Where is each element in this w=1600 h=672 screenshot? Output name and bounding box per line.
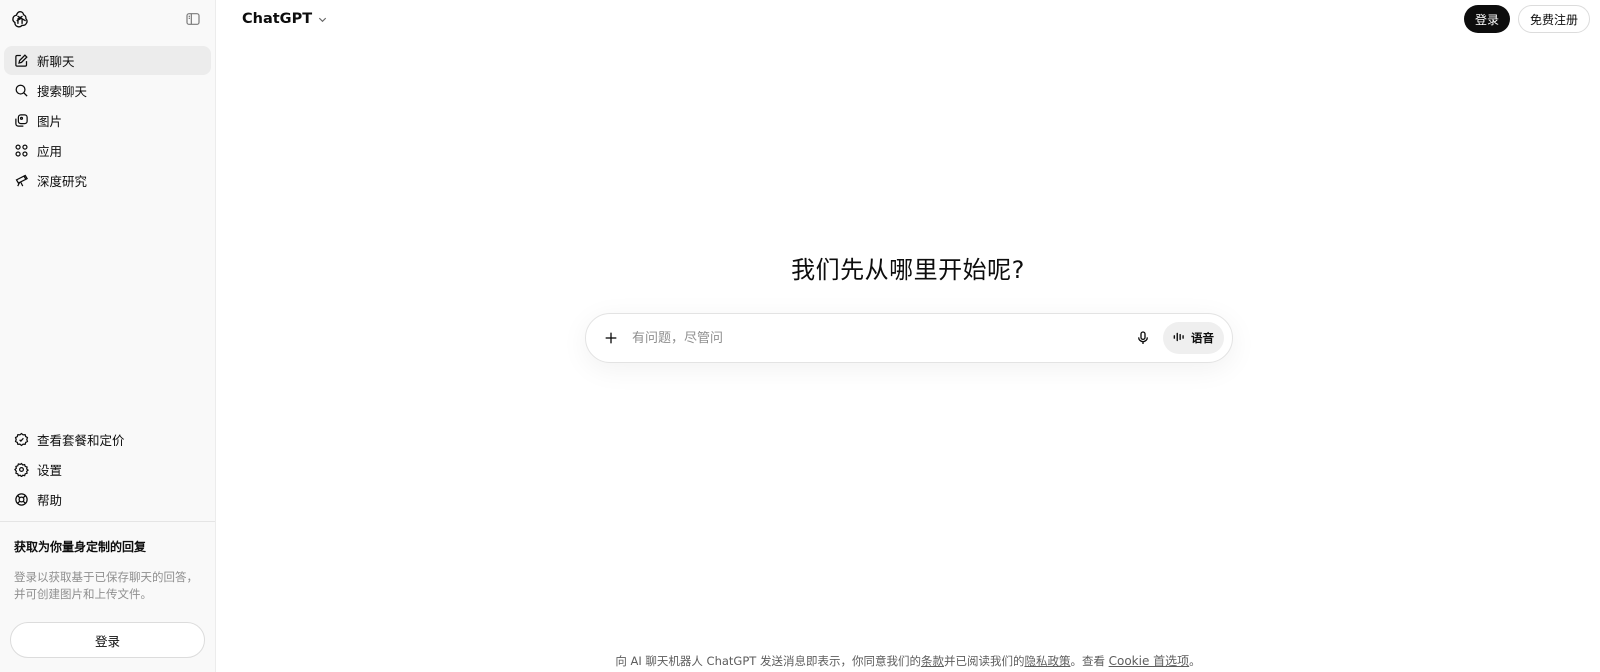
footer-prefix: 向 AI 聊天机器人 ChatGPT 发送消息即表示，你同意我们的 <box>615 654 921 668</box>
composer: 语音 <box>585 313 1233 363</box>
legal-footer: 向 AI 聊天机器人 ChatGPT 发送消息即表示，你同意我们的条款并已阅读我… <box>216 652 1600 669</box>
sidebar-bottom: 查看套餐和定价 设置 帮助 获取为你量身定制的回复 登录以获取基于已保存聊天的回… <box>0 425 215 672</box>
promo-text: 登录以获取基于已保存聊天的回答，并可创建图片和上传文件。 <box>14 570 198 601</box>
model-switcher[interactable]: ChatGPT <box>242 11 328 27</box>
sidebar-item-help[interactable]: 帮助 <box>4 485 211 514</box>
sidebar-item-label: 设置 <box>37 463 63 478</box>
signup-button[interactable]: 免费注册 <box>1517 5 1590 33</box>
promo-title: 获取为你量身定制的回复 <box>14 540 147 554</box>
chevron-down-icon <box>316 13 328 25</box>
cookie-preferences-link[interactable]: Cookie 首选项 <box>1109 654 1190 668</box>
gear-icon <box>13 462 29 478</box>
sidebar: 新聊天 搜索聊天 图片 应用 深度研究 查看套餐和定价 设置 帮助 获取为你量身… <box>0 0 216 672</box>
sidebar-item-settings[interactable]: 设置 <box>4 455 211 484</box>
app-root: 新聊天 搜索聊天 图片 应用 深度研究 查看套餐和定价 设置 帮助 获取为你量身… <box>0 0 1600 672</box>
sidebar-item-images[interactable]: 图片 <box>4 106 211 135</box>
sidebar-item-label: 应用 <box>37 144 63 159</box>
sidebar-item-label: 图片 <box>37 114 63 129</box>
privacy-link[interactable]: 隐私政策 <box>1024 654 1070 668</box>
edit-icon <box>13 53 29 69</box>
login-button[interactable]: 登录 <box>1463 5 1510 33</box>
footer-end: 。 <box>1189 654 1201 668</box>
main-area: ChatGPT 登录 免费注册 我们先从哪里开始呢? 有问题，尽管问 语音 向 … <box>216 0 1600 672</box>
sidebar-item-apps[interactable]: 应用 <box>4 136 211 165</box>
header-actions: 登录 免费注册 <box>1463 5 1590 33</box>
sidebar-bottom-links: 查看套餐和定价 设置 帮助 <box>0 425 215 519</box>
sidebar-item-label: 新聊天 <box>37 54 75 69</box>
voice-mode-button[interactable]: 语音 <box>1163 322 1224 354</box>
pricing-badge-icon <box>13 432 29 448</box>
voice-label: 语音 <box>1191 331 1214 345</box>
search-icon <box>13 83 29 99</box>
microphone-icon[interactable] <box>1131 326 1155 350</box>
sidebar-item-plans-pricing[interactable]: 查看套餐和定价 <box>4 425 211 454</box>
apps-icon <box>13 143 29 159</box>
terms-link[interactable]: 条款 <box>921 654 944 668</box>
sidebar-item-search-chats[interactable]: 搜索聊天 <box>4 76 211 105</box>
sidebar-item-label: 深度研究 <box>37 174 88 189</box>
footer-check: 。查看 <box>1070 654 1109 668</box>
openai-logo-icon[interactable] <box>10 9 30 29</box>
sidebar-item-deep-research[interactable]: 深度研究 <box>4 166 211 195</box>
sidebar-top <box>0 0 215 38</box>
top-header: ChatGPT 登录 免费注册 <box>216 0 1600 38</box>
sidebar-item-label: 搜索聊天 <box>37 84 88 99</box>
telescope-icon <box>13 173 29 189</box>
sidebar-nav: 新聊天 搜索聊天 图片 应用 深度研究 <box>0 38 215 196</box>
sidebar-login-button[interactable]: 登录 <box>10 622 205 658</box>
sidebar-item-new-chat[interactable]: 新聊天 <box>4 46 211 75</box>
help-lifebuoy-icon <box>13 492 29 508</box>
prompt-area: 我们先从哪里开始呢? 有问题，尽管问 语音 <box>216 250 1600 363</box>
sidebar-item-label: 帮助 <box>37 493 63 508</box>
images-icon <box>13 113 29 129</box>
login-promo: 获取为你量身定制的回复 登录以获取基于已保存聊天的回答，并可创建图片和上传文件。 <box>0 522 215 603</box>
footer-middle: 并已阅读我们的 <box>943 654 1025 668</box>
page-title: 我们先从哪里开始呢? <box>791 256 1025 284</box>
waveform-icon <box>1172 330 1186 347</box>
sidebar-toggle-icon[interactable] <box>183 9 203 29</box>
prompt-input[interactable] <box>632 330 1131 346</box>
model-name: ChatGPT <box>242 11 313 27</box>
sidebar-item-label: 查看套餐和定价 <box>37 433 125 448</box>
plus-icon[interactable] <box>600 327 622 349</box>
